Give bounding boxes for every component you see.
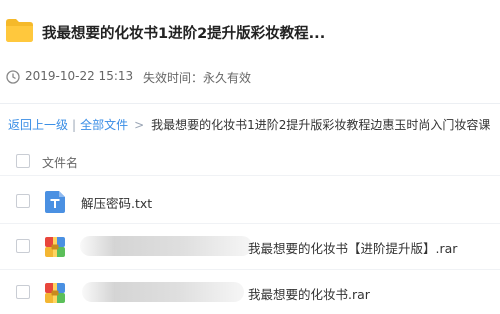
file-name[interactable]: 解压密码.txt: [81, 193, 152, 212]
all-files-link[interactable]: 全部文件: [80, 118, 128, 132]
back-link[interactable]: 返回上一级: [8, 118, 68, 132]
file-row[interactable]: 我最想要的化妆书【进阶提升版】.rar: [0, 224, 500, 270]
breadcrumb-arrow: >: [134, 118, 145, 132]
file-row[interactable]: 我最想要的化妆书.rar: [0, 270, 500, 314]
column-header-filename: 文件名: [42, 156, 79, 170]
row-checkbox[interactable]: [16, 239, 30, 253]
row-checkbox[interactable]: [16, 194, 30, 208]
clock-icon: [6, 70, 20, 84]
header: 我最想要的化妆书1进阶2提升版彩妆教程...: [0, 0, 500, 62]
file-row[interactable]: 解压密码.txt: [0, 178, 500, 224]
share-meta: 2019-10-22 15:13 失效时间：永久有效: [0, 66, 500, 88]
file-name[interactable]: 我最想要的化妆书.rar: [248, 284, 370, 303]
row-checkbox[interactable]: [16, 285, 30, 299]
rar-archive-icon: [45, 283, 65, 303]
txt-file-icon: [45, 191, 65, 213]
file-table-header: 文件名: [0, 146, 500, 176]
share-date: 2019-10-22 15:13: [25, 69, 134, 83]
divider: [0, 103, 500, 104]
file-name[interactable]: 我最想要的化妆书【进阶提升版】.rar: [248, 238, 457, 257]
rar-archive-icon: [45, 237, 65, 257]
expire-time: 失效时间：永久有效: [143, 71, 252, 85]
breadcrumb: 返回上一级 | 全部文件 > 我最想要的化妆书1进阶2提升版彩妆教程边惠玉时尚入门妆容课: [8, 116, 490, 133]
breadcrumb-separator: |: [72, 118, 77, 132]
page-title: 我最想要的化妆书1进阶2提升版彩妆教程...: [42, 26, 326, 42]
breadcrumb-current: 我最想要的化妆书1进阶2提升版彩妆教程边惠玉时尚入门妆容课: [151, 118, 491, 132]
folder-icon: [6, 19, 33, 42]
blurred-text: [80, 236, 252, 256]
blurred-text: [82, 282, 244, 302]
select-all-checkbox[interactable]: [16, 154, 30, 168]
